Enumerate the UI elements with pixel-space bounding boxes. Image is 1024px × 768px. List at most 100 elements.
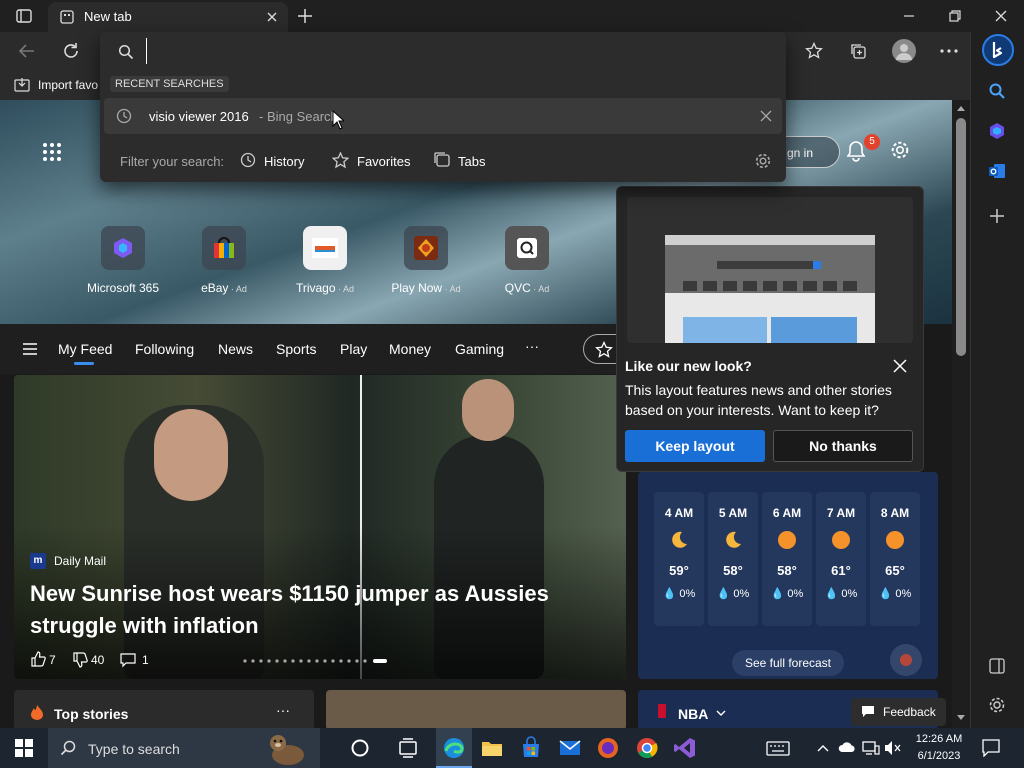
new-tab-plus-icon[interactable] bbox=[297, 8, 313, 24]
scrollbar-thumb[interactable] bbox=[956, 118, 966, 356]
sidebar-settings-icon[interactable] bbox=[988, 696, 1006, 714]
moon-icon bbox=[723, 530, 743, 550]
raindrop-icon: 💧 bbox=[878, 588, 893, 600]
file-explorer-icon[interactable] bbox=[480, 736, 504, 760]
filter-tabs[interactable]: Tabs bbox=[458, 154, 485, 169]
feedback-button[interactable]: Feedback bbox=[851, 698, 946, 726]
see-full-forecast-button[interactable]: See full forecast bbox=[732, 650, 844, 676]
keep-layout-button[interactable]: Keep layout bbox=[625, 430, 765, 462]
scroll-up-icon[interactable] bbox=[956, 104, 966, 112]
suggestion-row[interactable]: visio viewer 2016 - Bing Search bbox=[104, 98, 782, 134]
like-icon[interactable] bbox=[30, 651, 46, 667]
weather-copilot-icon[interactable] bbox=[890, 644, 922, 676]
chrome-icon[interactable] bbox=[635, 736, 659, 760]
story-card[interactable]: m Daily Mail New Sunrise host wears $115… bbox=[14, 375, 626, 679]
close-window-icon[interactable] bbox=[995, 10, 1007, 22]
import-favorites-icon bbox=[14, 77, 30, 93]
tab-following[interactable]: Following bbox=[135, 341, 194, 357]
dislike-icon[interactable] bbox=[72, 652, 88, 668]
preview-browser bbox=[665, 235, 875, 343]
close-tab-icon[interactable] bbox=[266, 11, 278, 23]
popup-body: This layout features news and other stor… bbox=[625, 382, 892, 418]
show-hidden-icons-chevron-icon[interactable] bbox=[817, 744, 829, 752]
mail-icon[interactable] bbox=[558, 736, 582, 760]
quick-link-microsoft365[interactable]: Microsoft 365 bbox=[78, 226, 168, 295]
clock-date[interactable]: 6/1/2023 bbox=[912, 750, 966, 762]
import-favorites-link[interactable]: Import favo bbox=[38, 78, 98, 92]
comment-icon[interactable] bbox=[120, 652, 136, 668]
profile-avatar[interactable] bbox=[892, 39, 916, 63]
weather-card[interactable]: 4 AM 59° 💧 0% 5 AM 58° 💧 0% 6 AM 58° 💧 0… bbox=[638, 472, 938, 679]
top-stories-more-icon[interactable]: ··· bbox=[276, 702, 290, 718]
story-headline[interactable]: New Sunrise host wears $1150 jumper as A… bbox=[30, 578, 590, 642]
preview-searchbar bbox=[717, 261, 821, 269]
tab-actions-icon[interactable] bbox=[16, 9, 32, 23]
sidebar-search-icon[interactable] bbox=[988, 82, 1006, 100]
tab-play[interactable]: Play bbox=[340, 341, 367, 357]
quick-link-qvc[interactable]: QVC · Ad bbox=[482, 226, 572, 295]
search-settings-gear-icon[interactable] bbox=[754, 152, 772, 170]
recent-searches-label: RECENT SEARCHES bbox=[110, 76, 229, 92]
page-settings-gear-icon[interactable] bbox=[890, 140, 910, 160]
keyboard-tray-icon[interactable] bbox=[766, 739, 790, 757]
preview-titlebar bbox=[665, 235, 875, 245]
cortana-icon[interactable] bbox=[348, 736, 372, 760]
sidebar-add-icon[interactable] bbox=[989, 208, 1005, 224]
filter-favorites[interactable]: Favorites bbox=[357, 154, 410, 169]
more-options-icon[interactable] bbox=[940, 49, 958, 53]
restore-icon[interactable] bbox=[949, 10, 961, 22]
minimize-icon[interactable] bbox=[903, 10, 915, 22]
onedrive-cloud-icon[interactable] bbox=[838, 741, 856, 753]
bing-chat-icon[interactable] bbox=[982, 34, 1014, 66]
feed-menu-hamburger-icon[interactable] bbox=[22, 343, 38, 355]
notifications-bell-icon[interactable] bbox=[846, 140, 866, 162]
address-input[interactable] bbox=[146, 38, 766, 64]
tab-news[interactable]: News bbox=[218, 341, 253, 357]
comment-count: 1 bbox=[142, 653, 149, 667]
popup-close-icon[interactable] bbox=[893, 359, 907, 373]
collections-icon[interactable] bbox=[849, 42, 867, 60]
quick-link-ebay[interactable]: eBay · Ad bbox=[179, 226, 269, 295]
tab-money[interactable]: Money bbox=[389, 341, 431, 357]
chevron-down-icon[interactable] bbox=[716, 710, 726, 716]
tab-my-feed[interactable]: My Feed bbox=[58, 341, 112, 357]
microsoft-store-icon[interactable] bbox=[519, 736, 543, 760]
sidebar-toggle-icon[interactable] bbox=[989, 658, 1005, 674]
otter-illustration-icon bbox=[264, 731, 314, 767]
edge-browser-icon[interactable] bbox=[442, 736, 466, 760]
refresh-icon[interactable] bbox=[62, 42, 80, 60]
notification-center-icon[interactable] bbox=[982, 739, 1000, 757]
windows-start-icon[interactable] bbox=[15, 739, 33, 757]
network-icon[interactable] bbox=[862, 740, 880, 756]
carousel-dots[interactable] bbox=[242, 658, 392, 664]
sun-icon bbox=[777, 530, 797, 550]
remove-suggestion-icon[interactable] bbox=[760, 110, 772, 122]
visual-studio-icon[interactable] bbox=[673, 736, 697, 760]
taskbar-search-box[interactable]: Type to search bbox=[48, 728, 320, 768]
top-stories-card[interactable]: Top stories ··· bbox=[14, 690, 314, 728]
tab-new-tab[interactable]: New tab bbox=[48, 2, 288, 32]
tab-gaming[interactable]: Gaming bbox=[455, 341, 504, 357]
no-thanks-button[interactable]: No thanks bbox=[773, 430, 913, 462]
feedback-icon bbox=[861, 705, 875, 719]
tab-more[interactable]: ··· bbox=[525, 338, 539, 354]
daily-mail-logo-icon: m bbox=[30, 553, 46, 569]
preview-tiles bbox=[683, 281, 857, 291]
like-count: 7 bbox=[49, 653, 56, 667]
quick-link-play-now[interactable]: Play Now · Ad bbox=[381, 226, 471, 295]
back-arrow-icon[interactable] bbox=[18, 42, 36, 60]
firefox-icon[interactable] bbox=[596, 736, 620, 760]
sidebar-microsoft365-icon[interactable] bbox=[988, 122, 1006, 140]
task-view-icon[interactable] bbox=[396, 736, 420, 760]
story-card-thumbnail[interactable] bbox=[326, 690, 626, 728]
filter-history[interactable]: History bbox=[264, 154, 304, 169]
quick-link-trivago[interactable]: Trivago · Ad bbox=[280, 226, 370, 295]
tab-sports[interactable]: Sports bbox=[276, 341, 316, 357]
favorites-star-icon[interactable] bbox=[805, 42, 823, 60]
scroll-down-icon[interactable] bbox=[956, 714, 966, 722]
weather-hour-8am: 8 AM 65° 💧 0% bbox=[870, 492, 920, 626]
sidebar-outlook-icon[interactable] bbox=[988, 162, 1006, 180]
clock-time[interactable]: 12:26 AM bbox=[912, 733, 966, 745]
volume-muted-icon[interactable] bbox=[884, 740, 902, 756]
app-launcher-icon[interactable] bbox=[42, 142, 62, 162]
